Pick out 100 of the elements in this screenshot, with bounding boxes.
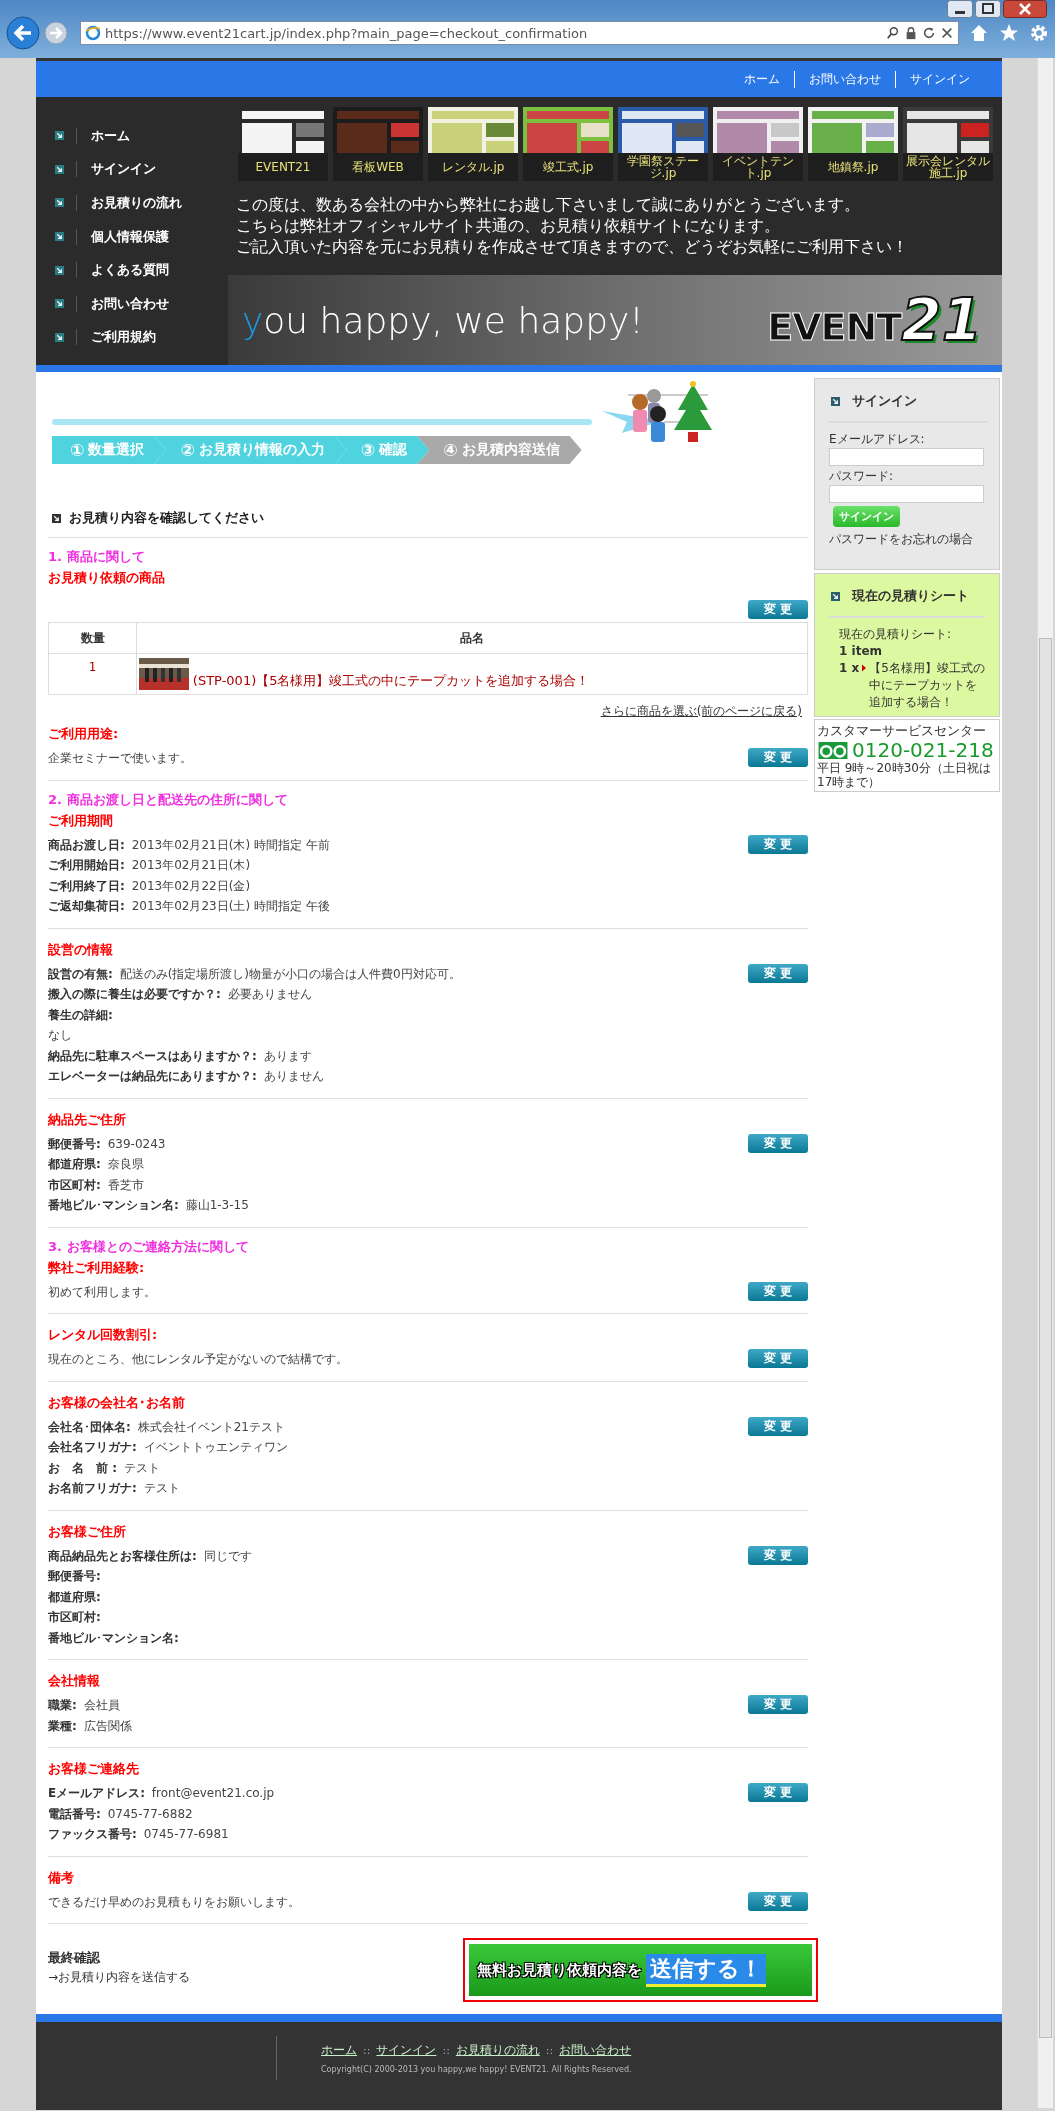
field-value: 2013年02月23日(土) 時間指定 午後	[131, 899, 330, 913]
lock-icon[interactable]	[904, 26, 918, 40]
field-value: 必要ありません	[227, 987, 312, 1001]
menu-link[interactable]: お問い合わせ	[76, 295, 169, 312]
minimize-icon[interactable]	[947, 0, 973, 18]
field-label: 納品先に駐車スペースはありますか？:	[48, 1048, 257, 1063]
section-heading: 1. 商品に関して	[48, 548, 146, 566]
search-icon[interactable]	[886, 26, 900, 40]
field-label: 設営の有無:	[48, 966, 113, 981]
field-label: 番地ビル･マンション名:	[48, 1630, 179, 1645]
scrollbar[interactable]	[1037, 58, 1053, 2108]
field-label: 商品納品先とお客様住所は:	[48, 1548, 197, 1563]
change-button[interactable]: 変 更	[748, 1783, 808, 1802]
change-button[interactable]: 変 更	[748, 1891, 808, 1911]
field-label: エレベーターは納品先にありますか？:	[48, 1069, 257, 1083]
final-title: 最終確認	[48, 1949, 101, 1967]
field-value: 0745-77-6981	[143, 1827, 229, 1841]
free-dial-icon	[817, 741, 849, 759]
forward-icon[interactable]	[44, 21, 68, 45]
change-button[interactable]: 変 更	[748, 600, 808, 619]
field-label: Eメールアドレス:	[829, 431, 926, 448]
field-label: パスワード:	[829, 468, 895, 485]
settings-icon[interactable]	[1029, 23, 1049, 43]
arrow-icon	[831, 591, 840, 601]
block-title: 備考	[48, 1868, 75, 1887]
block-title: 設営の情報	[48, 940, 114, 959]
field-value: 初めて利用します。	[48, 1284, 156, 1299]
menu-link[interactable]: よくある質問	[76, 262, 169, 279]
field-value: ありません	[263, 1069, 324, 1083]
nav-link[interactable]: サインイン	[895, 70, 984, 88]
field-value: 2013年02月21日(木)	[131, 858, 251, 872]
footer-link[interactable]: ホーム	[321, 2042, 357, 2059]
final-text: →お見積り内容を送信する	[48, 1969, 191, 1986]
field-label: 会社名･団体名:	[48, 1419, 131, 1434]
field-value: テスト	[123, 1460, 160, 1475]
footer-link[interactable]: サインイン	[376, 2042, 437, 2059]
menu-link[interactable]: 個人情報保護	[76, 228, 169, 245]
field-label: 搬入の際に養生は必要ですか？:	[48, 987, 221, 1001]
block-title: ご利用期間	[48, 811, 114, 830]
field-value: front@event21.co.jp	[151, 1786, 275, 1800]
forgot-password-link[interactable]: パスワードをお忘れの場合	[829, 532, 973, 546]
footer-link[interactable]: お見積りの流れ	[455, 2042, 540, 2059]
field-value: 2013年02月21日(木) 時間指定 午前	[131, 837, 330, 852]
field-value: あります	[263, 1048, 312, 1063]
change-button[interactable]: 変 更	[748, 1281, 808, 1301]
change-button[interactable]: 変 更	[748, 1545, 808, 1565]
url-text: https://www.event21cart.jp/index.php?main_page=checkout_confirmation	[105, 25, 589, 41]
refresh-icon[interactable]	[922, 26, 936, 40]
thumbnail-label: 学園祭ステージ.jp	[618, 153, 708, 181]
email-field[interactable]	[829, 448, 984, 466]
menu-link[interactable]: ホーム	[76, 127, 130, 144]
field-label: 養生の詳細:	[48, 1007, 113, 1022]
thumbnail-label: EVENT21	[238, 153, 328, 181]
change-button[interactable]: 変 更	[748, 1349, 808, 1368]
star-icon[interactable]	[999, 23, 1019, 43]
separator-text: ::	[442, 2044, 450, 2057]
change-button[interactable]: 変 更	[748, 963, 808, 983]
home-icon[interactable]	[969, 23, 989, 43]
column-header: 数量	[48, 622, 137, 654]
password-field[interactable]	[829, 485, 984, 503]
field-label: ご返却集荷日:	[48, 899, 125, 913]
menu-link[interactable]: サインイン	[76, 161, 156, 178]
field-label: 郵便番号:	[48, 1569, 101, 1583]
footer-link[interactable]: お問い合わせ	[559, 2042, 632, 2059]
field-label: Eメールアドレス:	[48, 1786, 145, 1800]
field-label: 郵便番号:	[48, 1136, 101, 1151]
back-icon[interactable]	[6, 16, 40, 50]
progress-step: ② お見積り情報の入力	[154, 436, 347, 464]
close-icon[interactable]	[1003, 0, 1047, 18]
change-button[interactable]: 変 更	[748, 834, 808, 854]
progress-step: ④ お見積内容送信	[417, 436, 582, 464]
field-label: 業種:	[48, 1718, 77, 1733]
submit-button[interactable]: 無料お見積り依頼内容を 送信する！	[463, 1938, 818, 2002]
item-quantity: 1 x	[839, 660, 860, 677]
greeting-text: ご記入頂いた内容を元にお見積りを作成させて頂きますので、どうぞお気軽にご利用下さい！	[236, 237, 909, 258]
logo: EVENT21	[767, 286, 982, 354]
thumbnail-label: 地鎮祭.jp	[808, 153, 898, 181]
item-link[interactable]: 【5名様用】竣工式の中にテープカットを追加する場合！	[869, 660, 985, 711]
quantity-cell: 1	[48, 653, 137, 695]
field-value: 広告関係	[83, 1718, 132, 1733]
block-title: ご利用用途:	[48, 725, 120, 743]
stop-icon[interactable]	[940, 26, 954, 40]
change-button[interactable]: 変 更	[748, 1416, 808, 1436]
change-button[interactable]: 変 更	[748, 748, 808, 767]
arrow-icon	[55, 299, 64, 309]
nav-link[interactable]: お問い合わせ	[794, 70, 895, 88]
nav-link[interactable]: ホーム	[730, 70, 794, 88]
menu-link[interactable]: お見積りの流れ	[76, 195, 182, 211]
thumbnail-label: 展示会レンタル施工.jp	[903, 153, 993, 181]
change-button[interactable]: 変 更	[748, 1695, 808, 1714]
maximize-icon[interactable]	[975, 0, 1001, 18]
field-value: 0745-77-6882	[107, 1806, 193, 1821]
back-link[interactable]: さらに商品を選ぶ(前のページに戻る)	[600, 704, 802, 718]
field-value: 藤山1-3-15	[185, 1198, 249, 1212]
address-bar[interactable]: https://www.event21cart.jp/index.php?main_page=checkout_confirmation	[80, 21, 959, 45]
field-label: 市区町村:	[48, 1610, 101, 1624]
menu-link[interactable]: ご利用規約	[76, 329, 156, 346]
change-button[interactable]: 変 更	[748, 1133, 808, 1153]
thumbnail-label: イベントテント.jp	[713, 153, 803, 181]
field-label: 番地ビル･マンション名:	[48, 1198, 179, 1212]
